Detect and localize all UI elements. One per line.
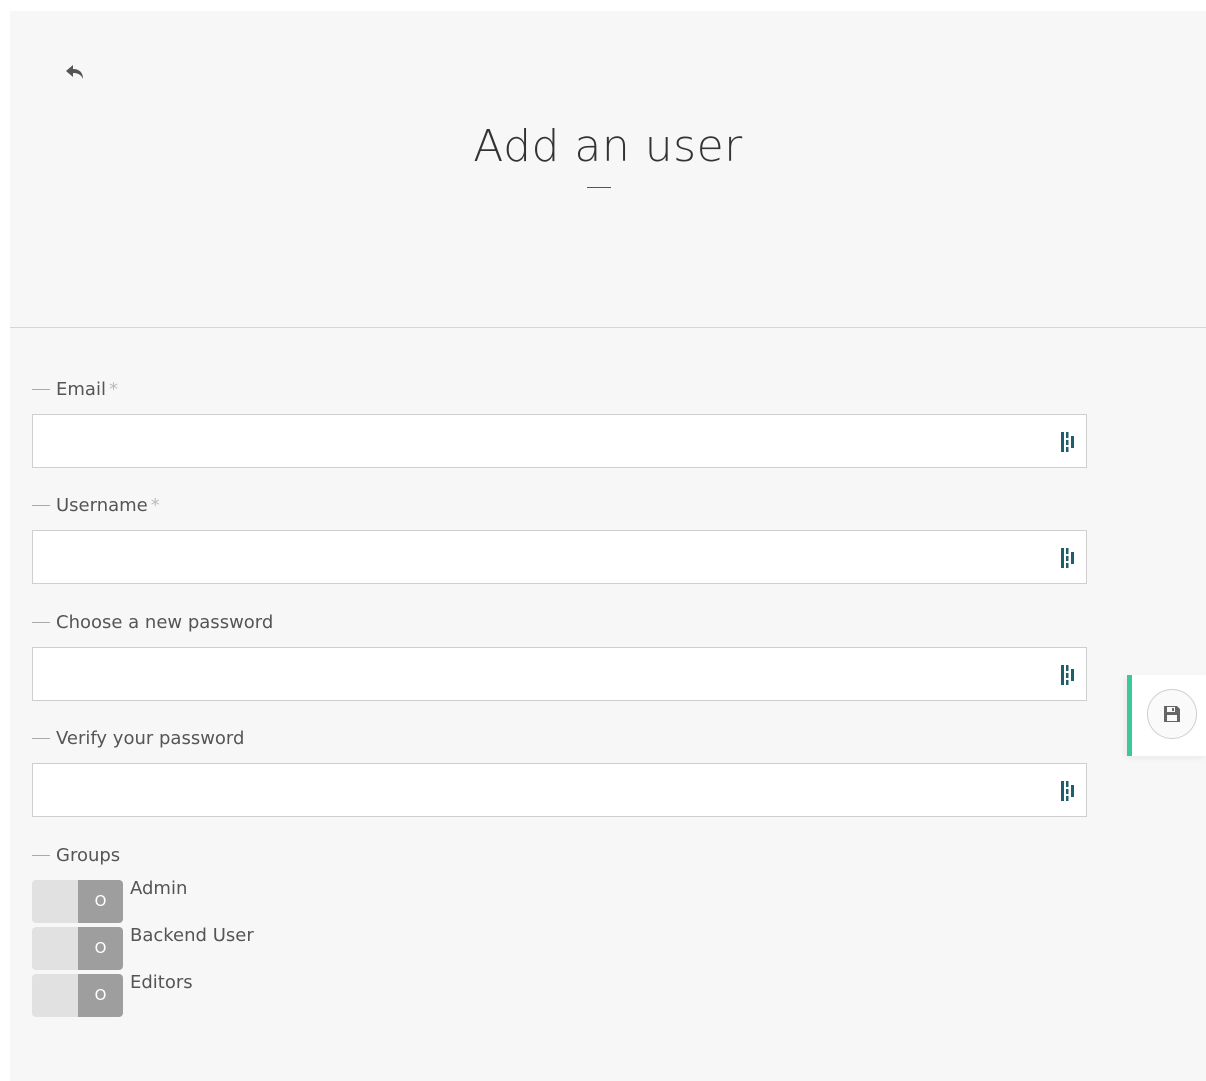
verify-password-label-text: Verify your password	[56, 728, 245, 749]
email-field-container	[32, 414, 1087, 468]
save-button[interactable]	[1147, 689, 1197, 739]
title-underline	[587, 187, 611, 188]
groups-label-text: Groups	[56, 845, 121, 866]
toggle-knob: O	[78, 880, 123, 923]
group-admin: O Admin	[32, 878, 332, 924]
label-dash	[32, 854, 50, 856]
new-password-label-text: Choose a new password	[56, 612, 274, 633]
required-asterisk: *	[150, 495, 160, 516]
label-dash	[32, 504, 50, 506]
group-editors: O Editors	[32, 972, 332, 1018]
floppy-disk-icon	[1164, 706, 1180, 722]
password-manager-icon[interactable]	[1060, 431, 1078, 453]
group-backend-user: O Backend User	[32, 925, 332, 971]
save-panel	[1127, 675, 1206, 756]
save-panel-accent	[1127, 675, 1132, 756]
password-manager-icon[interactable]	[1060, 547, 1078, 569]
new-password-label: Choose a new password	[32, 612, 273, 634]
new-password-field-container	[32, 647, 1087, 701]
username-label: Username *	[32, 495, 160, 517]
group-backend-user-toggle[interactable]: O	[32, 927, 123, 970]
username-field[interactable]	[33, 531, 1043, 583]
toggle-knob: O	[78, 927, 123, 970]
group-admin-toggle[interactable]: O	[32, 880, 123, 923]
group-editors-label: Editors	[130, 972, 193, 993]
new-password-field[interactable]	[33, 648, 1043, 700]
email-label-text: Email	[56, 379, 106, 400]
label-dash	[32, 621, 50, 623]
group-admin-label: Admin	[130, 878, 188, 899]
password-manager-icon[interactable]	[1060, 664, 1078, 686]
email-label: Email *	[32, 379, 118, 401]
page-title: Add an user	[473, 121, 743, 172]
password-manager-icon[interactable]	[1060, 780, 1078, 802]
toggle-track	[32, 974, 78, 1017]
toggle-knob: O	[78, 974, 123, 1017]
group-backend-user-label: Backend User	[130, 925, 254, 946]
email-field[interactable]	[33, 415, 1043, 467]
username-field-container	[32, 530, 1087, 584]
required-asterisk: *	[108, 379, 118, 400]
groups-label: Groups	[32, 845, 120, 867]
verify-password-label: Verify your password	[32, 728, 244, 750]
toggle-track	[32, 880, 78, 923]
page-header: Add an user	[10, 11, 1206, 328]
page: Add an user Email * Username * Choose a ne…	[10, 11, 1206, 1081]
back-button[interactable]	[62, 59, 88, 85]
verify-password-field[interactable]	[33, 764, 1043, 816]
reply-arrow-icon	[66, 65, 83, 79]
toggle-track	[32, 927, 78, 970]
group-editors-toggle[interactable]: O	[32, 974, 123, 1017]
verify-password-field-container	[32, 763, 1087, 817]
username-label-text: Username	[56, 495, 148, 516]
label-dash	[32, 388, 50, 390]
label-dash	[32, 737, 50, 739]
